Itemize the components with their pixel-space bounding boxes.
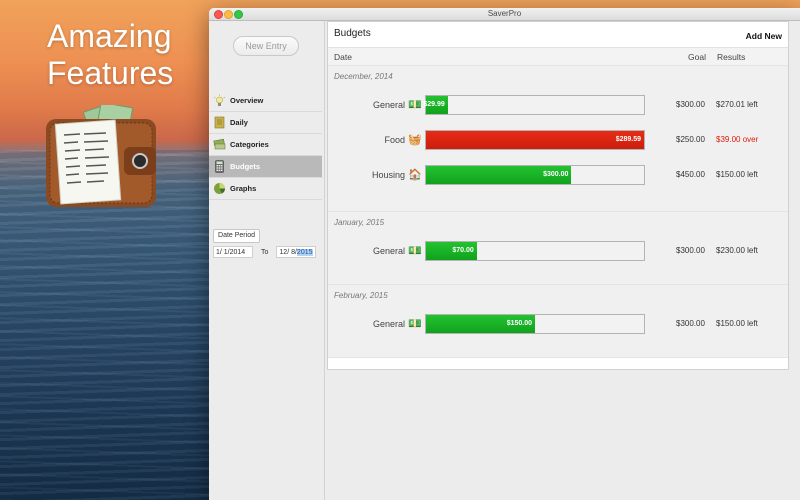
window-title: SaverPro (487, 9, 522, 18)
budget-progress-fill: $29.99 (423, 96, 448, 114)
budget-section: February, 2015 General 💵 $150.00 $300.00 $150… (328, 285, 788, 358)
house-icon: 🏠 (408, 169, 422, 181)
budget-section: January, 2015 General 💵 $70.00 $300.00 $230.0… (328, 212, 788, 285)
sidebar-item-budgets[interactable]: Budgets (209, 156, 322, 178)
minimize-window-button[interactable] (224, 10, 233, 19)
budget-progress-bar: $70.00 (425, 241, 645, 261)
goal-value: $300.00 (676, 319, 705, 328)
spent-value: $70.00 (452, 247, 474, 254)
budget-progress-fill: $300.00 (426, 166, 572, 184)
title-bar: SaverPro (209, 8, 800, 21)
date-to-prefix: 12/ 8/ (279, 249, 297, 256)
column-header-date: Date (334, 52, 352, 62)
promo-line-2: Features (47, 55, 174, 91)
spent-value: $289.59 (615, 136, 641, 143)
lightbulb-icon (213, 94, 226, 106)
result-value: $230.00 left (716, 246, 758, 255)
money-icon: 💵 (408, 245, 422, 257)
goal-value: $450.00 (676, 170, 705, 179)
category-label: General (372, 319, 405, 329)
budget-row[interactable]: General 💵 $29.99 $300.00 $270.01 left (328, 95, 788, 119)
date-to-label: To (261, 248, 269, 256)
budget-progress-bar: $29.99 (423, 95, 645, 115)
budget-row[interactable]: General 💵 $70.00 $300.00 $230.00 left (328, 241, 788, 265)
sidebar-item-label: Overview (230, 96, 264, 105)
goal-value: $300.00 (676, 246, 705, 255)
budget-row[interactable]: General 💵 $150.00 $300.00 $150.00 left (328, 314, 788, 338)
sidebar-nav: Overview Daily Categories Budgets Graphs (209, 90, 322, 200)
budget-progress-fill: $70.00 (426, 242, 477, 260)
sidebar-item-label: Categories (230, 140, 269, 149)
promo-line-1: Amazing (47, 18, 172, 54)
category-label: General (372, 100, 405, 110)
column-headers: Date Goal Results (328, 48, 788, 66)
add-new-button[interactable]: Add New (746, 31, 782, 41)
sidebar-item-label: Budgets (230, 162, 260, 171)
date-to-field[interactable]: 12/ 8/2015 (276, 246, 317, 258)
budget-sections: December, 2014 General 💵 $29.99 $300.00 $270.… (328, 66, 788, 358)
sidebar-item-daily[interactable]: Daily (209, 112, 322, 134)
result-value: $270.01 left (716, 100, 758, 109)
app-window: SaverPro New Entry Overview Daily Catego… (209, 8, 800, 500)
spent-value: $300.00 (543, 171, 569, 178)
new-entry-button[interactable]: New Entry (233, 36, 299, 56)
section-title: January, 2015 (334, 218, 385, 227)
sidebar-item-graphs[interactable]: Graphs (209, 178, 322, 200)
pie-chart-icon (214, 183, 225, 194)
goal-value: $250.00 (676, 135, 705, 144)
category-label: Food (384, 135, 405, 145)
basket-icon: 🧺 (408, 134, 422, 146)
money-icon: 💵 (408, 99, 422, 111)
date-period-button[interactable]: Date Period (213, 229, 260, 243)
budget-progress-fill: $289.59 (426, 131, 644, 149)
sidebar-item-label: Daily (230, 118, 248, 127)
zoom-window-button[interactable] (234, 10, 243, 19)
wallet-icon (46, 105, 156, 207)
date-range: 1/ 1/2014 To 12/ 8/2015 (213, 246, 317, 258)
budget-progress-fill: $150.00 (426, 315, 535, 333)
notebook-icon (214, 116, 225, 129)
result-value: $39.00 over (716, 135, 759, 144)
panel-header: Budgets Add New (328, 22, 788, 48)
tags-icon (213, 138, 226, 150)
column-header-goal: Goal (688, 52, 706, 62)
page-title: Budgets (334, 28, 371, 39)
promo-headline: Amazing Features (47, 18, 174, 92)
sidebar-item-overview[interactable]: Overview (209, 90, 322, 112)
date-to-year-selected: 2015 (296, 249, 313, 256)
category-label: General (372, 246, 405, 256)
budget-section: December, 2014 General 💵 $29.99 $300.00 $270.… (328, 66, 788, 212)
budgets-panel: Budgets Add New Date Goal Results Decemb… (327, 21, 789, 370)
sidebar-item-label: Graphs (230, 184, 257, 193)
budget-progress-bar: $300.00 (425, 165, 645, 185)
result-value: $150.00 left (716, 319, 758, 328)
sidebar-item-categories[interactable]: Categories (209, 134, 322, 156)
goal-value: $300.00 (676, 100, 705, 109)
budget-progress-bar: $150.00 (425, 314, 645, 334)
spent-value: $29.99 (423, 101, 445, 108)
spent-value: $150.00 (506, 320, 532, 327)
section-title: December, 2014 (334, 72, 393, 81)
money-icon: 💵 (408, 318, 422, 330)
close-window-button[interactable] (214, 10, 223, 19)
sidebar: New Entry Overview Daily Categories Budg… (209, 21, 325, 500)
budget-row[interactable]: Food 🧺 $289.59 $250.00 $39.00 over (328, 130, 788, 154)
result-value: $150.00 left (716, 170, 758, 179)
column-header-results: Results (717, 52, 746, 62)
date-from-field[interactable]: 1/ 1/2014 (213, 246, 253, 258)
budget-row[interactable]: Housing 🏠 $300.00 $450.00 $150.00 left (328, 165, 788, 189)
category-label: Housing (371, 170, 405, 180)
section-title: February, 2015 (334, 291, 388, 300)
budget-progress-bar: $289.59 (425, 130, 645, 150)
calculator-icon (215, 160, 224, 173)
